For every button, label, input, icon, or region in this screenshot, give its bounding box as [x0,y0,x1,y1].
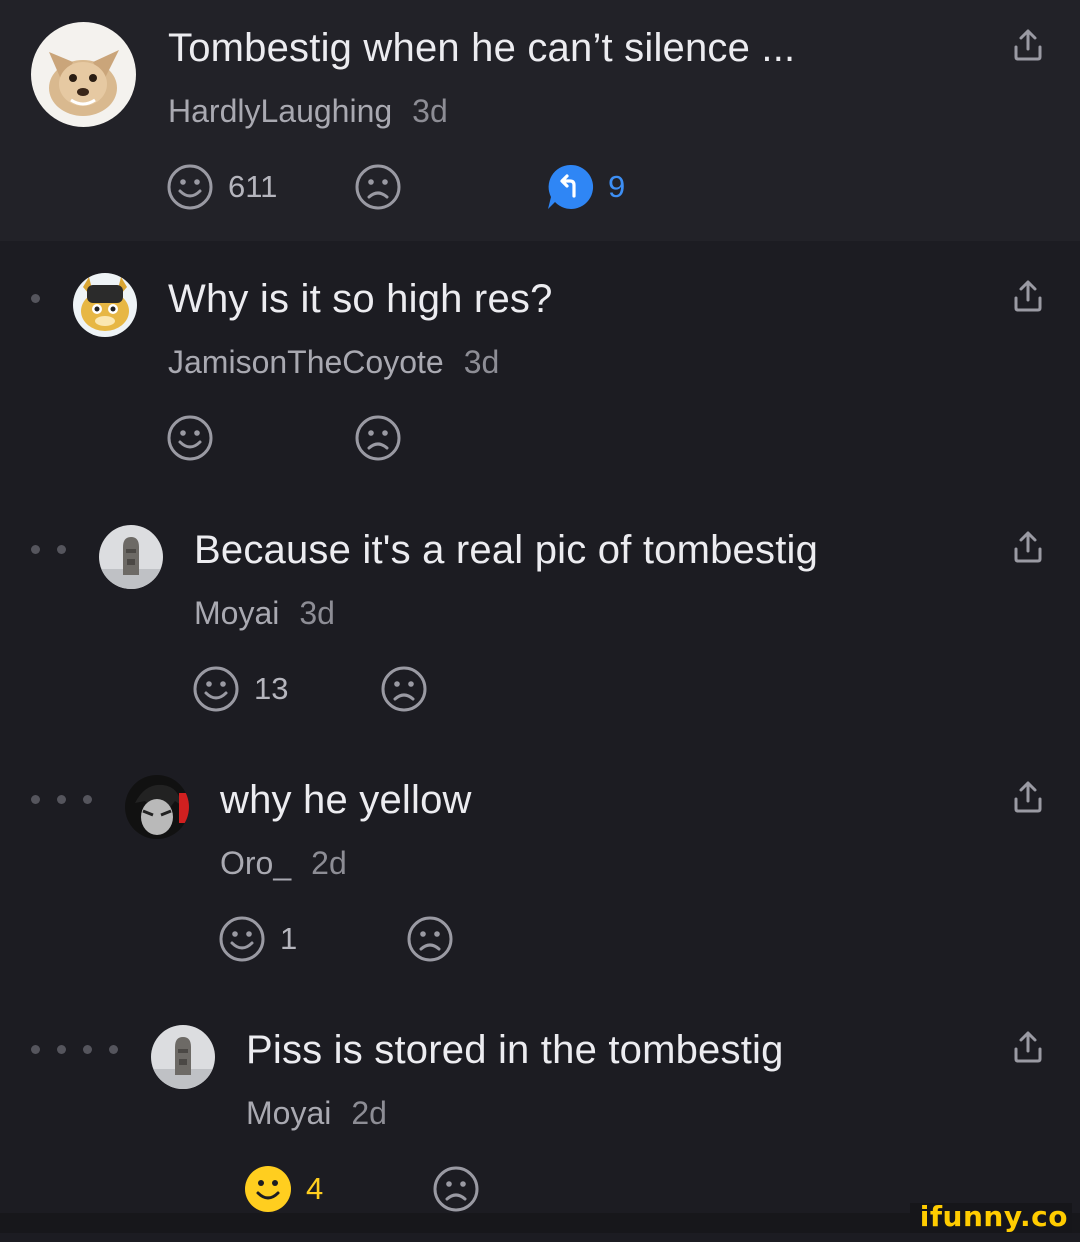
author-name[interactable]: Moyai [246,1095,331,1131]
timestamp: 2d [311,845,347,881]
reply-bubble-icon[interactable] [546,163,594,211]
share-icon[interactable] [1010,529,1046,565]
smile-icon[interactable] [166,163,214,211]
smile-icon[interactable] [244,1165,292,1213]
reply-count: 9 [608,169,626,204]
avatar[interactable] [73,273,137,337]
reactions-bar: 4 [244,1165,323,1213]
replies-button[interactable]: 9 [546,163,625,211]
comment-meta: JamisonTheCoyote 3d [168,344,499,381]
share-icon[interactable] [1010,1029,1046,1065]
avatar[interactable] [31,22,136,127]
share-icon[interactable] [1010,278,1046,314]
smile-count: 13 [254,671,289,706]
timestamp: 3d [412,93,448,129]
smile-count: 1 [280,921,298,956]
thread-depth-dots [31,545,66,554]
comment-meta: Moyai 2d [246,1095,387,1132]
smile-reaction[interactable]: 1 [218,915,297,963]
thread-depth-dots [31,795,92,804]
author-name[interactable]: HardlyLaughing [168,93,392,129]
comment-text: Because it's a real pic of tombestig [194,528,819,572]
reactions-bar: 13 [192,665,288,713]
reactions-bar: 1 [218,915,297,963]
author-name[interactable]: JamisonTheCoyote [168,344,444,380]
watermark-logo: ifunny.co [909,1203,1072,1233]
frown-icon[interactable] [354,163,402,211]
comment-text: Why is it so high res? [168,277,553,321]
share-icon[interactable] [1010,27,1046,63]
thread-depth-dots [31,1045,118,1054]
smile-count: 611 [228,169,278,204]
comment-text: why he yellow [220,778,472,822]
frown-icon[interactable] [380,665,428,713]
frown-icon[interactable] [406,915,454,963]
smile-icon[interactable] [166,414,214,462]
smile-icon[interactable] [218,915,266,963]
avatar[interactable] [151,1025,215,1089]
comment-text: Piss is stored in the tombestig [246,1028,784,1072]
smile-reaction[interactable]: 4 [244,1165,323,1213]
comment-thread: Tombestig when he can’t silence ... Hard… [0,0,1080,1242]
smile-reaction[interactable]: 611 [166,163,277,211]
comment-reply-level-3: why he yellow Oro_ 2d 1 [0,742,1080,992]
timestamp: 3d [299,595,335,631]
comment-meta: Oro_ 2d [220,845,347,882]
timestamp: 3d [463,344,500,380]
frown-icon[interactable] [432,1165,480,1213]
smile-reaction[interactable]: 13 [192,665,288,713]
smile-icon[interactable] [192,665,240,713]
comment-root: Tombestig when he can’t silence ... Hard… [0,0,1080,241]
comment-reply-level-1: Why is it so high res? JamisonTheCoyote 3… [0,241,1080,492]
reactions-bar: 611 [166,163,277,211]
author-name[interactable]: Oro_ [220,845,291,881]
comment-text: Tombestig when he can’t silence ... [168,26,796,70]
avatar[interactable] [125,775,189,839]
thread-depth-dots [31,294,40,303]
frown-icon[interactable] [354,414,402,462]
smile-count: 4 [306,1171,324,1206]
share-icon[interactable] [1010,779,1046,815]
comment-meta: Moyai 3d [194,595,335,632]
author-name[interactable]: Moyai [194,595,279,631]
comment-meta: HardlyLaughing 3d [168,93,448,130]
timestamp: 2d [351,1095,387,1131]
comment-reply-level-2: Because it's a real pic of tombestig Moy… [0,492,1080,742]
avatar[interactable] [99,525,163,589]
